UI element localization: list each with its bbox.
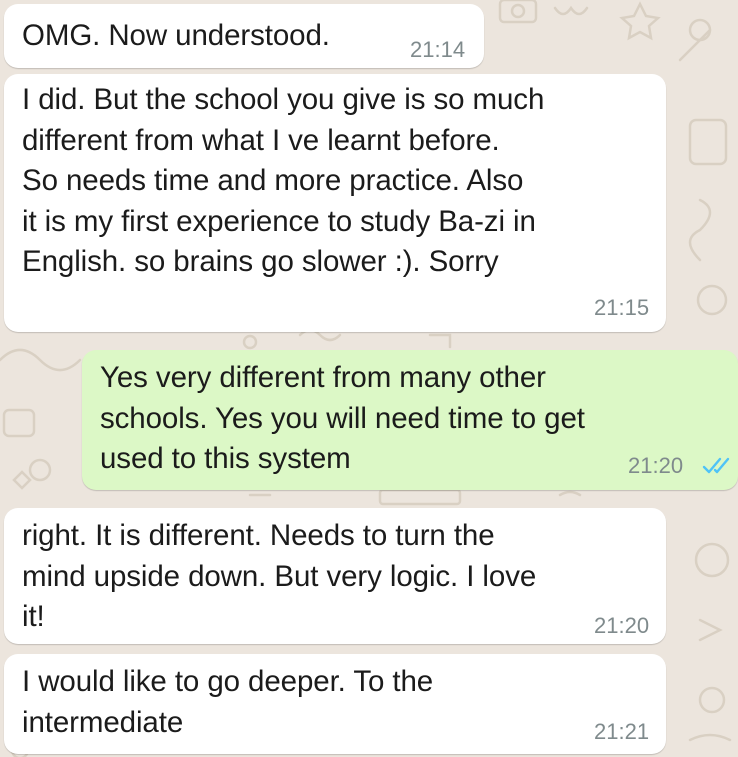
message-bubble-incoming[interactable]: I did. But the school you give is so muc… bbox=[4, 74, 666, 332]
message-timestamp: 21:21 bbox=[594, 719, 650, 744]
message-text: OMG. Now understood. bbox=[22, 19, 330, 52]
message-bubble-outgoing[interactable]: Yes very different from many other schoo… bbox=[82, 350, 738, 490]
message-text: I did. But the school you give is so muc… bbox=[22, 83, 545, 278]
message-bubble-incoming[interactable]: I would like to go deeper. To the interm… bbox=[4, 654, 666, 754]
double-check-icon bbox=[702, 457, 730, 474]
message-timestamp: 21:14 bbox=[410, 37, 466, 62]
message-timestamp: 21:20 bbox=[594, 613, 650, 638]
message-bubble-incoming[interactable]: OMG. Now understood. 21:14 bbox=[4, 4, 484, 68]
message-timestamp: 21:15 bbox=[594, 295, 650, 320]
message-text: right. It is different. Needs to turn th… bbox=[22, 519, 537, 633]
message-text: I would like to go deeper. To the interm… bbox=[22, 665, 434, 739]
message-timestamp: 21:20 bbox=[628, 453, 684, 478]
message-text: Yes very different from many other schoo… bbox=[100, 361, 585, 475]
message-bubble-incoming[interactable]: right. It is different. Needs to turn th… bbox=[4, 508, 666, 644]
